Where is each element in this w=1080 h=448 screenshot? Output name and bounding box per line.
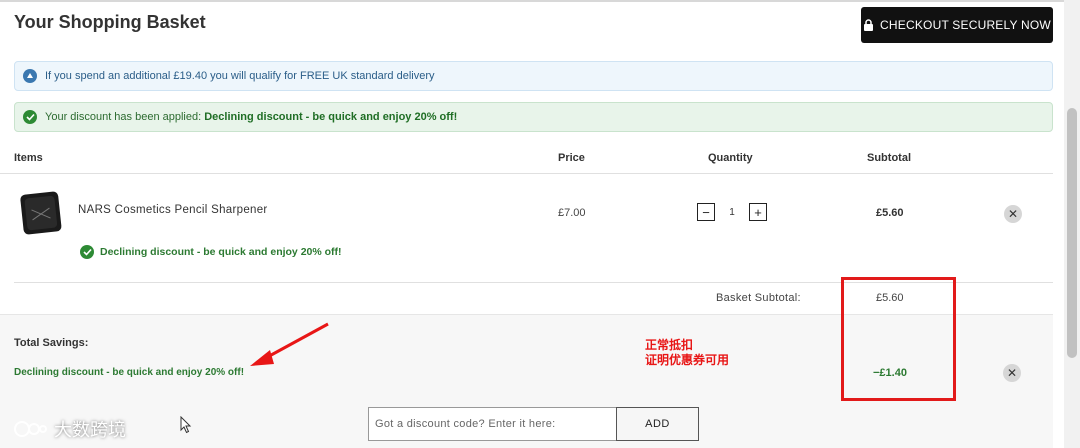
discount-applied-name: Declining discount - be quick and enjoy … <box>204 111 458 123</box>
remove-discount-button[interactable]: ✕ <box>1003 364 1021 382</box>
header-subtotal: Subtotal <box>867 152 911 164</box>
scrollbar-thumb[interactable] <box>1067 108 1077 358</box>
vertical-scrollbar[interactable] <box>1064 0 1080 448</box>
annotation-line-1: 正常抵扣 <box>645 338 694 352</box>
close-icon: ✕ <box>1007 207 1019 221</box>
watermark-text: 大数跨境 <box>54 420 126 441</box>
close-icon: ✕ <box>1006 366 1018 380</box>
discount-applied-prefix: Your discount has been applied: <box>45 111 202 123</box>
basket-page: Your Shopping Basket CHECKOUT SECURELY N… <box>0 0 1064 448</box>
header-items: Items <box>14 152 43 164</box>
discount-code-form: ADD <box>368 407 699 441</box>
add-discount-button[interactable]: ADD <box>616 407 699 441</box>
product-subtotal: £5.60 <box>876 207 904 219</box>
product-image[interactable] <box>16 189 66 239</box>
header-price: Price <box>558 152 585 164</box>
lock-icon <box>864 19 874 31</box>
quantity-stepper: − 1 + <box>697 203 767 221</box>
discount-applied-text: Your discount has been applied: Declinin… <box>45 111 457 123</box>
header-quantity: Quantity <box>708 152 753 164</box>
annotation-text: 正常抵扣 证明优惠券可用 <box>645 338 729 368</box>
savings-title: Total Savings: <box>14 337 89 349</box>
check-circle-icon <box>23 110 37 124</box>
page-title: Your Shopping Basket <box>14 12 206 32</box>
discount-code-input[interactable] <box>368 407 616 441</box>
table-row: NARS Cosmetics Pencil Sharpener £7.00 − … <box>14 175 1053 283</box>
savings-discount-name: Declining discount - be quick and enjoy … <box>14 367 245 378</box>
remove-item-button[interactable]: ✕ <box>1004 205 1022 223</box>
basket-subtotal-label: Basket Subtotal: <box>716 292 801 304</box>
delivery-info-text: If you spend an additional £19.40 you wi… <box>45 70 435 82</box>
check-circle-icon <box>80 245 94 259</box>
annotation-arrow-icon <box>250 322 329 366</box>
increase-quantity-button[interactable]: + <box>749 203 767 221</box>
table-header: Items Price Quantity Subtotal <box>0 152 1053 174</box>
checkout-label: CHECKOUT SECURELY NOW <box>880 18 1051 32</box>
checkout-button[interactable]: CHECKOUT SECURELY NOW <box>861 7 1053 43</box>
watermark-logo-icon <box>14 421 47 437</box>
watermark: 大数跨境 <box>12 416 126 442</box>
annotation-highlight-box <box>841 277 956 401</box>
info-icon <box>23 69 37 83</box>
annotation-line-2: 证明优惠券可用 <box>645 353 730 367</box>
product-name-link[interactable]: NARS Cosmetics Pencil Sharpener <box>78 204 268 216</box>
delivery-info-alert: If you spend an additional £19.40 you wi… <box>14 61 1053 91</box>
product-discount-text: Declining discount - be quick and enjoy … <box>100 246 342 258</box>
mouse-cursor-icon <box>180 416 192 434</box>
product-discount: Declining discount - be quick and enjoy … <box>80 245 342 259</box>
discount-applied-alert: Your discount has been applied: Declinin… <box>14 102 1053 132</box>
quantity-value[interactable]: 1 <box>715 207 749 218</box>
product-price: £7.00 <box>558 207 586 219</box>
decrease-quantity-button[interactable]: − <box>697 203 715 221</box>
